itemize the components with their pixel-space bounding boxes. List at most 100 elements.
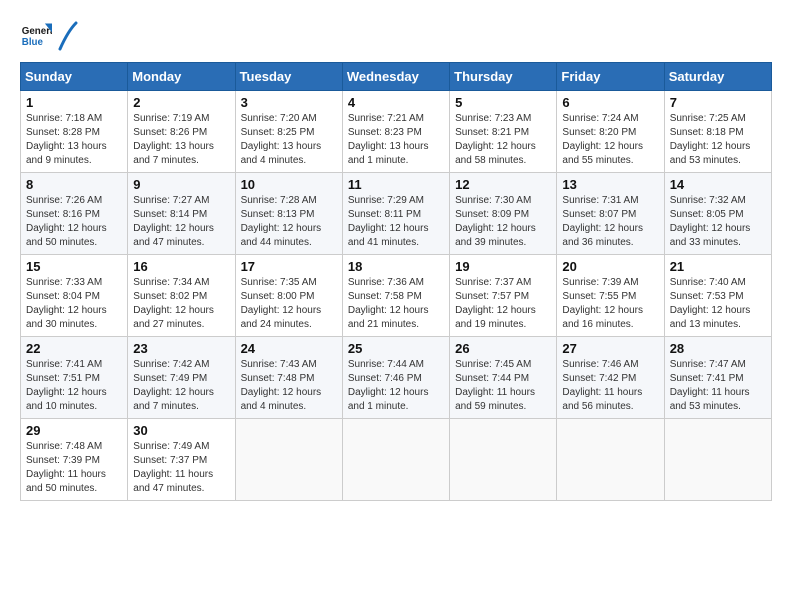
- calendar-cell: 21 Sunrise: 7:40 AM Sunset: 7:53 PM Dayli…: [664, 255, 771, 337]
- calendar-cell: 27 Sunrise: 7:46 AM Sunset: 7:42 PM Dayli…: [557, 337, 664, 419]
- day-info: Sunrise: 7:35 AM Sunset: 8:00 PM Dayligh…: [241, 276, 337, 332]
- calendar-cell: 30 Sunrise: 7:49 AM Sunset: 7:37 PM Dayli…: [128, 419, 235, 501]
- day-info: Sunrise: 7:20 AM Sunset: 8:25 PM Dayligh…: [241, 112, 337, 168]
- calendar-cell: 24 Sunrise: 7:43 AM Sunset: 7:48 PM Dayli…: [235, 337, 342, 419]
- day-info: Sunrise: 7:43 AM Sunset: 7:48 PM Dayligh…: [241, 358, 337, 414]
- day-info: Sunrise: 7:31 AM Sunset: 8:07 PM Dayligh…: [562, 194, 658, 250]
- calendar-cell: 14 Sunrise: 7:32 AM Sunset: 8:05 PM Dayli…: [664, 173, 771, 255]
- day-info: Sunrise: 7:21 AM Sunset: 8:23 PM Dayligh…: [348, 112, 444, 168]
- dow-tuesday: Tuesday: [235, 63, 342, 91]
- day-number: 30: [133, 423, 229, 438]
- day-number: 25: [348, 341, 444, 356]
- calendar-cell: 8 Sunrise: 7:26 AM Sunset: 8:16 PM Daylig…: [21, 173, 128, 255]
- calendar-cell: 9Sunrise: 7:27 AM Sunset: 8:14 PM Daylig…: [128, 173, 235, 255]
- dow-sunday: Sunday: [21, 63, 128, 91]
- day-info: Sunrise: 7:46 AM Sunset: 7:42 PM Dayligh…: [562, 358, 658, 414]
- day-number: 21: [670, 259, 766, 274]
- calendar-cell: 22 Sunrise: 7:41 AM Sunset: 7:51 PM Dayli…: [21, 337, 128, 419]
- day-info: Sunrise: 7:48 AM Sunset: 7:39 PM Dayligh…: [26, 440, 122, 496]
- day-number: 7: [670, 95, 766, 110]
- day-info: Sunrise: 7:19 AM Sunset: 8:26 PM Dayligh…: [133, 112, 229, 168]
- day-info: Sunrise: 7:41 AM Sunset: 7:51 PM Dayligh…: [26, 358, 122, 414]
- logo-swoosh: [58, 21, 78, 51]
- logo: General Blue: [20, 20, 78, 52]
- day-info: Sunrise: 7:24 AM Sunset: 8:20 PM Dayligh…: [562, 112, 658, 168]
- calendar-cell: 4 Sunrise: 7:21 AM Sunset: 8:23 PM Daylig…: [342, 91, 449, 173]
- dow-monday: Monday: [128, 63, 235, 91]
- calendar-cell: 1 Sunrise: 7:18 AM Sunset: 8:28 PM Daylig…: [21, 91, 128, 173]
- day-number: 1: [26, 95, 122, 110]
- day-info: Sunrise: 7:28 AM Sunset: 8:13 PM Dayligh…: [241, 194, 337, 250]
- day-number: 5: [455, 95, 551, 110]
- day-info: Sunrise: 7:32 AM Sunset: 8:05 PM Dayligh…: [670, 194, 766, 250]
- day-info: Sunrise: 7:39 AM Sunset: 7:55 PM Dayligh…: [562, 276, 658, 332]
- day-number: 10: [241, 177, 337, 192]
- day-info: Sunrise: 7:40 AM Sunset: 7:53 PM Dayligh…: [670, 276, 766, 332]
- day-info: Sunrise: 7:44 AM Sunset: 7:46 PM Dayligh…: [348, 358, 444, 414]
- calendar-cell: 12 Sunrise: 7:30 AM Sunset: 8:09 PM Dayli…: [450, 173, 557, 255]
- day-number: 19: [455, 259, 551, 274]
- calendar-cell: [557, 419, 664, 501]
- day-number: 28: [670, 341, 766, 356]
- svg-text:Blue: Blue: [22, 37, 44, 48]
- calendar-cell: 17 Sunrise: 7:35 AM Sunset: 8:00 PM Dayli…: [235, 255, 342, 337]
- day-number: 23: [133, 341, 229, 356]
- calendar-cell: 28 Sunrise: 7:47 AM Sunset: 7:41 PM Dayli…: [664, 337, 771, 419]
- calendar-cell: [342, 419, 449, 501]
- calendar-cell: 29 Sunrise: 7:48 AM Sunset: 7:39 PM Dayli…: [21, 419, 128, 501]
- calendar-cell: 18 Sunrise: 7:36 AM Sunset: 7:58 PM Dayli…: [342, 255, 449, 337]
- day-info: Sunrise: 7:36 AM Sunset: 7:58 PM Dayligh…: [348, 276, 444, 332]
- calendar-cell: [450, 419, 557, 501]
- day-number: 3: [241, 95, 337, 110]
- day-number: 24: [241, 341, 337, 356]
- day-info: Sunrise: 7:47 AM Sunset: 7:41 PM Dayligh…: [670, 358, 766, 414]
- calendar-cell: 25 Sunrise: 7:44 AM Sunset: 7:46 PM Dayli…: [342, 337, 449, 419]
- day-info: Sunrise: 7:37 AM Sunset: 7:57 PM Dayligh…: [455, 276, 551, 332]
- day-number: 17: [241, 259, 337, 274]
- calendar-cell: 10 Sunrise: 7:28 AM Sunset: 8:13 PM Dayli…: [235, 173, 342, 255]
- calendar-cell: 2Sunrise: 7:19 AM Sunset: 8:26 PM Daylig…: [128, 91, 235, 173]
- dow-wednesday: Wednesday: [342, 63, 449, 91]
- day-info: Sunrise: 7:18 AM Sunset: 8:28 PM Dayligh…: [26, 112, 122, 168]
- dow-thursday: Thursday: [450, 63, 557, 91]
- calendar-cell: 11 Sunrise: 7:29 AM Sunset: 8:11 PM Dayli…: [342, 173, 449, 255]
- calendar-cell: 15Sunrise: 7:33 AM Sunset: 8:04 PM Dayli…: [21, 255, 128, 337]
- day-number: 15: [26, 259, 122, 274]
- calendar-cell: 23Sunrise: 7:42 AM Sunset: 7:49 PM Dayli…: [128, 337, 235, 419]
- day-number: 18: [348, 259, 444, 274]
- day-number: 29: [26, 423, 122, 438]
- calendar-cell: 7 Sunrise: 7:25 AM Sunset: 8:18 PM Daylig…: [664, 91, 771, 173]
- calendar-cell: 3 Sunrise: 7:20 AM Sunset: 8:25 PM Daylig…: [235, 91, 342, 173]
- dow-saturday: Saturday: [664, 63, 771, 91]
- calendar-cell: [235, 419, 342, 501]
- day-number: 13: [562, 177, 658, 192]
- calendar-cell: 13 Sunrise: 7:31 AM Sunset: 8:07 PM Dayli…: [557, 173, 664, 255]
- dow-friday: Friday: [557, 63, 664, 91]
- day-number: 22: [26, 341, 122, 356]
- day-number: 16: [133, 259, 229, 274]
- day-number: 4: [348, 95, 444, 110]
- day-number: 14: [670, 177, 766, 192]
- day-info: Sunrise: 7:25 AM Sunset: 8:18 PM Dayligh…: [670, 112, 766, 168]
- logo-icon: General Blue: [20, 20, 52, 52]
- day-number: 6: [562, 95, 658, 110]
- calendar-cell: 26Sunrise: 7:45 AM Sunset: 7:44 PM Dayli…: [450, 337, 557, 419]
- calendar-cell: [664, 419, 771, 501]
- day-info: Sunrise: 7:27 AM Sunset: 8:14 PM Dayligh…: [133, 194, 229, 250]
- day-info: Sunrise: 7:49 AM Sunset: 7:37 PM Dayligh…: [133, 440, 229, 496]
- day-number: 8: [26, 177, 122, 192]
- day-info: Sunrise: 7:23 AM Sunset: 8:21 PM Dayligh…: [455, 112, 551, 168]
- day-number: 11: [348, 177, 444, 192]
- day-info: Sunrise: 7:29 AM Sunset: 8:11 PM Dayligh…: [348, 194, 444, 250]
- page-header: General Blue: [20, 20, 772, 52]
- calendar-cell: 5 Sunrise: 7:23 AM Sunset: 8:21 PM Daylig…: [450, 91, 557, 173]
- day-info: Sunrise: 7:34 AM Sunset: 8:02 PM Dayligh…: [133, 276, 229, 332]
- day-number: 12: [455, 177, 551, 192]
- calendar-cell: 6 Sunrise: 7:24 AM Sunset: 8:20 PM Daylig…: [557, 91, 664, 173]
- day-number: 27: [562, 341, 658, 356]
- day-info: Sunrise: 7:30 AM Sunset: 8:09 PM Dayligh…: [455, 194, 551, 250]
- day-number: 20: [562, 259, 658, 274]
- calendar-cell: 20 Sunrise: 7:39 AM Sunset: 7:55 PM Dayli…: [557, 255, 664, 337]
- svg-text:General: General: [22, 26, 52, 37]
- day-info: Sunrise: 7:26 AM Sunset: 8:16 PM Dayligh…: [26, 194, 122, 250]
